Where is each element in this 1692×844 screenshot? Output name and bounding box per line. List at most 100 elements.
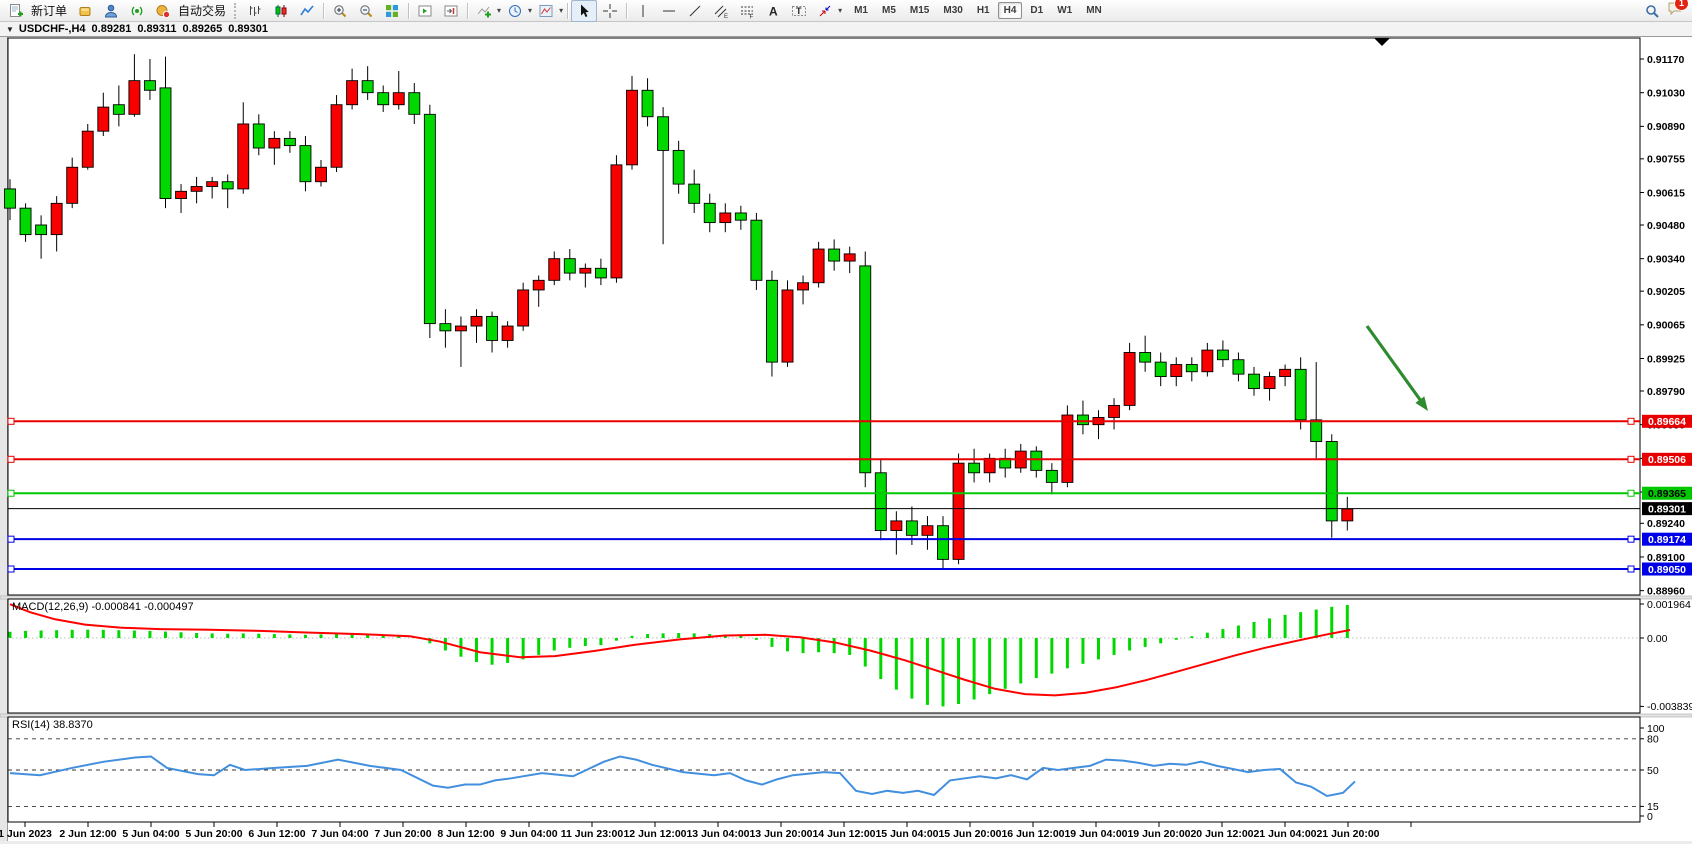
candlestick-chart-icon xyxy=(273,3,289,19)
auto-scroll-icon xyxy=(417,3,433,19)
channel-tool-button[interactable]: E xyxy=(708,0,734,22)
candle-body xyxy=(969,463,980,473)
price-tick-label: 0.90480 xyxy=(1647,220,1685,232)
rsi-axis-label: 80 xyxy=(1647,734,1659,746)
hline-handle-left[interactable] xyxy=(8,456,14,462)
vertical-line-tool-button[interactable] xyxy=(630,0,656,22)
tab-timeframe-d1[interactable]: D1 xyxy=(1024,2,1049,19)
hline-handle-right[interactable] xyxy=(1628,418,1634,424)
market-watch-button[interactable] xyxy=(72,0,98,22)
indicators-button[interactable] xyxy=(471,0,497,22)
auto-scroll-button[interactable] xyxy=(412,0,438,22)
tile-windows-button[interactable] xyxy=(379,0,405,22)
price-tick-label: 0.90615 xyxy=(1647,187,1685,199)
periods-dropdown-icon[interactable]: ▾ xyxy=(528,6,532,15)
zoom-in-button[interactable] xyxy=(327,0,353,22)
indicators-dropdown-icon[interactable]: ▾ xyxy=(497,6,501,15)
candle-body xyxy=(642,90,653,116)
chart-collapse-icon[interactable]: ▼ xyxy=(6,25,14,34)
hline-handle-right[interactable] xyxy=(1628,456,1634,462)
candle-body xyxy=(222,182,233,189)
cursor-tool-button[interactable] xyxy=(571,0,597,22)
templates-dropdown-icon[interactable]: ▾ xyxy=(559,6,563,15)
hline-handle-left[interactable] xyxy=(8,566,14,572)
arrows-tool-button[interactable] xyxy=(812,0,838,22)
tab-timeframe-w1[interactable]: W1 xyxy=(1051,2,1078,19)
tab-timeframe-m1[interactable]: M1 xyxy=(848,2,874,19)
horizontal-line-tool-button[interactable] xyxy=(656,0,682,22)
hline-handle-left[interactable] xyxy=(8,536,14,542)
tab-timeframe-mn[interactable]: MN xyxy=(1080,2,1108,19)
price-axis[interactable]: 0.911700.910300.908900.907550.906150.904… xyxy=(1640,54,1685,598)
candle-body xyxy=(549,259,560,281)
periods-button[interactable] xyxy=(502,0,528,22)
candle-body xyxy=(564,259,575,273)
text-label-tool-button[interactable]: T xyxy=(786,0,812,22)
hline-handle-left[interactable] xyxy=(8,490,14,496)
candle-body xyxy=(5,189,16,208)
time-axis[interactable]: 1 Jun 20232 Jun 12:005 Jun 04:005 Jun 20… xyxy=(0,822,1411,840)
new-order-button[interactable] xyxy=(3,0,29,22)
hline-handle-right[interactable] xyxy=(1628,490,1634,496)
macd-axis-label: 0.001964 xyxy=(1647,599,1691,611)
candle-body xyxy=(502,326,513,340)
time-tick-label: 21 Jun 04:00 xyxy=(1253,828,1316,840)
price-tick-label: 0.89925 xyxy=(1647,353,1685,365)
candle-body xyxy=(720,213,731,223)
candle-body xyxy=(611,165,622,278)
candle-body xyxy=(1046,470,1057,482)
quote-high: 0.89311 xyxy=(137,23,176,35)
tab-timeframe-h1[interactable]: H1 xyxy=(971,2,996,19)
candle-body xyxy=(1217,350,1228,360)
chart-canvas[interactable]: 0.911700.910300.908900.907550.906150.904… xyxy=(0,37,1692,844)
time-tick-label: 15 Jun 20:00 xyxy=(938,828,1001,840)
tab-timeframe-m30[interactable]: M30 xyxy=(937,2,968,19)
price-tick-label: 0.90890 xyxy=(1647,121,1685,133)
candle-body xyxy=(393,93,404,105)
accounts-button[interactable] xyxy=(98,0,124,22)
candle-body xyxy=(658,117,669,151)
fibonacci-tool-button[interactable]: F xyxy=(734,0,760,22)
candle-body xyxy=(455,326,466,331)
candle-body xyxy=(113,105,124,115)
new-order-label[interactable]: 新订单 xyxy=(29,2,72,19)
signals-button[interactable] xyxy=(124,0,150,22)
quote-open: 0.89281 xyxy=(92,23,132,35)
toolbar-separator xyxy=(626,3,627,19)
time-tick-label: 9 Jun 04:00 xyxy=(500,828,557,840)
toolbar-separator xyxy=(467,3,468,19)
auto-trading-button[interactable] xyxy=(150,0,176,22)
hline-handle-left[interactable] xyxy=(8,418,14,424)
line-chart-button[interactable] xyxy=(294,0,320,22)
templates-button[interactable] xyxy=(533,0,559,22)
bar-chart-button[interactable] xyxy=(242,0,268,22)
zoom-out-button[interactable] xyxy=(353,0,379,22)
rsi-axis-label: 0 xyxy=(1647,811,1653,823)
text-tool-button[interactable]: A xyxy=(760,0,786,22)
quote-low: 0.89265 xyxy=(182,23,222,35)
time-tick-label: 2 Jun 12:00 xyxy=(59,828,116,840)
chart-shift-button[interactable] xyxy=(438,0,464,22)
price-tick-label: 0.91170 xyxy=(1647,54,1685,66)
market-watch-icon xyxy=(77,3,93,19)
trendline-tool-button[interactable] xyxy=(682,0,708,22)
candle-body xyxy=(238,124,249,189)
price-tick-label: 0.89790 xyxy=(1647,386,1685,398)
crosshair-tool-button[interactable] xyxy=(597,0,623,22)
notifications-button[interactable]: 1 xyxy=(1667,0,1683,21)
auto-trading-label[interactable]: 自动交易 xyxy=(176,2,231,19)
cursor-arrow-icon xyxy=(576,3,592,19)
svg-text:A: A xyxy=(769,4,778,18)
price-badge-label: 0.89174 xyxy=(1648,534,1686,546)
search-button[interactable] xyxy=(1639,0,1665,22)
hline-handle-right[interactable] xyxy=(1628,536,1634,542)
price-tick-label: 0.90065 xyxy=(1647,320,1685,332)
candlestick-chart-button[interactable] xyxy=(268,0,294,22)
candle-body xyxy=(580,268,591,273)
hline-handle-right[interactable] xyxy=(1628,566,1634,572)
tab-timeframe-h4[interactable]: H4 xyxy=(998,2,1023,19)
tab-timeframe-m5[interactable]: M5 xyxy=(876,2,902,19)
arrows-dropdown-icon[interactable]: ▾ xyxy=(838,6,842,15)
tab-timeframe-m15[interactable]: M15 xyxy=(904,2,935,19)
time-tick-label: 13 Jun 04:00 xyxy=(686,828,749,840)
